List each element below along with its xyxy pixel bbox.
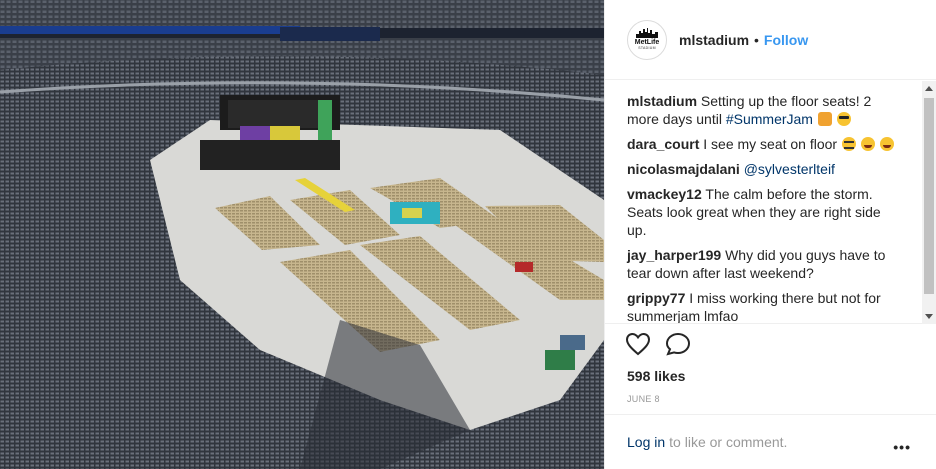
laugh-emoji-icon (879, 137, 894, 151)
comment-item: nicolasmajdalani @sylvesterlteif (627, 160, 903, 178)
comment-item: dara_court I see my seat on floor (627, 135, 903, 153)
comment-item: grippy77 I miss working there but not fo… (627, 289, 903, 323)
scroll-up-arrow-icon[interactable] (925, 86, 933, 91)
hands-emoji-icon (817, 112, 832, 126)
comments-section[interactable]: mlstadium Setting up the floor seats! 2 … (605, 81, 936, 324)
comment-username[interactable]: mlstadium (627, 93, 697, 109)
separator-dot: • (754, 31, 759, 48)
likes-count[interactable]: 598 likes (627, 368, 685, 384)
post-header: MetLife STADIUM mlstadium • Follow (605, 0, 936, 80)
hashtag-link[interactable]: #SummerJam (726, 111, 813, 127)
laugh-emoji-icon (860, 137, 875, 151)
post-author-username[interactable]: mlstadium (679, 32, 749, 48)
scroll-down-arrow-icon[interactable] (925, 314, 933, 319)
comment-list: mlstadium Setting up the floor seats! 2 … (605, 81, 925, 323)
shades-emoji-icon (836, 112, 851, 126)
post-photo (0, 0, 604, 469)
comment-username[interactable]: nicolasmajdalani (627, 161, 740, 177)
post-date: JUNE 8 (627, 394, 660, 404)
screw-emoji-icon (841, 137, 856, 151)
more-options-icon[interactable]: ••• (893, 439, 911, 455)
comment-text: I see my seat on floor (703, 136, 841, 152)
mention-link[interactable]: @sylvesterlteif (744, 161, 835, 177)
comment-username[interactable]: jay_harper199 (627, 247, 721, 263)
comment-item: jay_harper199 Why did you guys have to t… (627, 246, 903, 282)
comment-icon[interactable] (665, 332, 691, 356)
skyline-icon (636, 28, 658, 39)
comment-item: vmackey12 The calm before the storm. Sea… (627, 185, 903, 239)
scroll-thumb[interactable] (924, 98, 934, 294)
follow-button[interactable]: Follow (764, 32, 808, 48)
avatar-logo-text: MetLife (634, 39, 660, 47)
comment-item: mlstadium Setting up the floor seats! 2 … (627, 92, 903, 128)
heart-icon[interactable] (625, 332, 651, 356)
comments-scrollbar[interactable] (922, 81, 936, 324)
comment-username[interactable]: dara_court (627, 136, 699, 152)
stadium-photo (0, 0, 604, 469)
login-prompt: Log in to like or comment. ••• (605, 414, 936, 469)
login-prompt-text: to like or comment. (669, 434, 788, 450)
post-actions (625, 332, 691, 356)
avatar[interactable]: MetLife STADIUM (627, 19, 667, 60)
post-panel: MetLife STADIUM mlstadium • Follow mlsta… (604, 0, 936, 469)
comment-username[interactable]: grippy77 (627, 290, 685, 306)
avatar-logo-subtext: STADIUM (638, 46, 656, 51)
comment-username[interactable]: vmackey12 (627, 186, 702, 202)
login-link[interactable]: Log in (627, 434, 665, 450)
